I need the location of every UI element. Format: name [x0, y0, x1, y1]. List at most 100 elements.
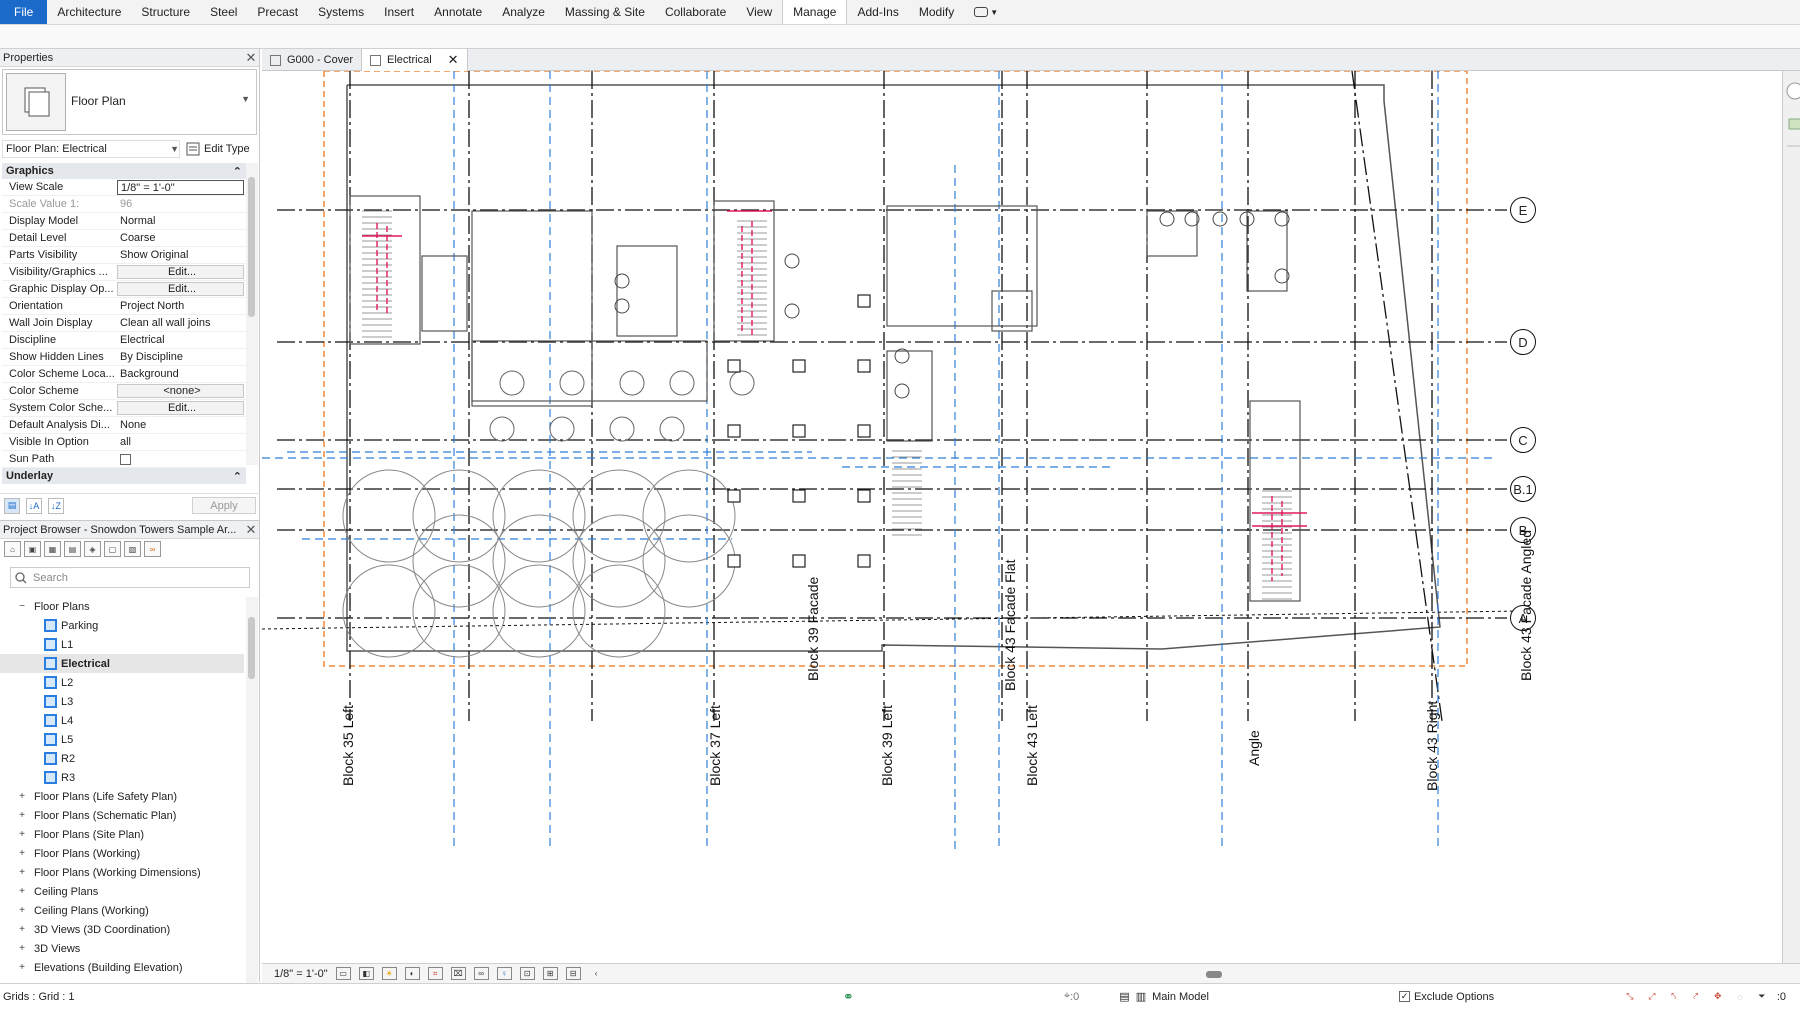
tree-group[interactable]: + Floor Plans (Site Plan): [0, 825, 244, 844]
ribbon-tab-systems[interactable]: Systems: [308, 0, 374, 24]
families-icon[interactable]: ◈: [84, 541, 101, 557]
property-value[interactable]: Coarse: [117, 230, 246, 246]
scrollbar-thumb[interactable]: [248, 617, 255, 679]
worksharing-icon[interactable]: ⚭: [843, 989, 854, 1005]
drawing-canvas[interactable]: E D C B.1 B A Block 35 Left Block 37 Left Block …: [262, 71, 1782, 963]
tree-group[interactable]: − Floor Plans: [0, 597, 244, 616]
property-edit-button[interactable]: Edit...: [117, 282, 244, 296]
tree-group[interactable]: + Elevations (Building Elevation): [0, 958, 244, 977]
show-crop-icon[interactable]: ⌧: [450, 967, 466, 980]
ribbon-tab-view[interactable]: View: [736, 0, 782, 24]
property-value[interactable]: 96: [117, 196, 246, 212]
grid-bubble[interactable]: C: [1510, 427, 1536, 453]
ribbon-tab-structure[interactable]: Structure: [131, 0, 200, 24]
property-value[interactable]: all: [117, 434, 246, 450]
grid-bubble[interactable]: E: [1510, 197, 1536, 223]
sort-descending-icon[interactable]: ↓Z: [48, 497, 64, 514]
expand-icon[interactable]: +: [16, 791, 28, 802]
property-value[interactable]: Show Original: [117, 247, 246, 263]
grid-label[interactable]: Block 43 Left: [1024, 705, 1040, 786]
apply-button[interactable]: Apply: [192, 497, 256, 514]
scrollbar-thumb[interactable]: [248, 177, 255, 317]
tree-view-item[interactable]: L5: [0, 730, 244, 749]
views-icon[interactable]: ▣: [24, 541, 41, 557]
ribbon-tab-add-ins[interactable]: Add-Ins: [847, 0, 908, 24]
design-options[interactable]: ▤ ▥ Main Model: [1119, 990, 1209, 1004]
grid-label[interactable]: Block 39 Left: [879, 705, 895, 786]
close-icon[interactable]: ✕: [448, 52, 459, 68]
checkbox-checked-icon[interactable]: ✓: [1398, 991, 1410, 1002]
expand-icon[interactable]: +: [16, 924, 28, 935]
ribbon-tab-massing-site[interactable]: Massing & Site: [555, 0, 655, 24]
detail-level-icon[interactable]: ▭: [335, 967, 351, 980]
view-tab[interactable]: Electrical ✕: [362, 49, 468, 71]
property-value[interactable]: By Discipline: [117, 349, 246, 365]
links-icon[interactable]: ▧: [124, 541, 141, 557]
view-tab[interactable]: G000 - Cover: [262, 49, 363, 71]
chevron-down-icon[interactable]: ▼: [241, 94, 250, 104]
expand-icon[interactable]: +: [16, 848, 28, 859]
ribbon-tab-architecture[interactable]: Architecture: [47, 0, 131, 24]
sun-path-checkbox[interactable]: [120, 453, 131, 465]
tree-view-item[interactable]: R2: [0, 749, 244, 768]
property-value[interactable]: Normal: [117, 213, 246, 229]
temporary-hide-icon[interactable]: ♀: [496, 967, 512, 980]
grid-label[interactable]: Block 43 Facade Flat: [1002, 559, 1018, 691]
section-graphics[interactable]: Graphics ⌃: [2, 163, 246, 179]
tree-view-item[interactable]: L4: [0, 711, 244, 730]
filter-icon[interactable]: ⏷: [1755, 990, 1769, 1003]
collapse-icon[interactable]: −: [16, 601, 28, 612]
type-selector[interactable]: Floor Plan ▼: [2, 69, 257, 135]
tree-group[interactable]: + Floor Plans (Schematic Plan): [0, 806, 244, 825]
expand-icon[interactable]: +: [16, 867, 28, 878]
grid-bubble[interactable]: B.1: [1510, 476, 1536, 502]
exclude-options-toggle[interactable]: ✓ Exclude Options: [1398, 991, 1494, 1003]
grid-label[interactable]: Block 43 Right: [1424, 701, 1440, 791]
expand-icon[interactable]: +: [16, 829, 28, 840]
crop-view-icon[interactable]: ⌗: [427, 967, 443, 980]
tree-group[interactable]: +3D Views: [0, 939, 244, 958]
expand-icon[interactable]: +: [16, 886, 28, 897]
tree-view-item[interactable]: Parking: [0, 616, 244, 635]
tree-group[interactable]: + Floor Plans (Working): [0, 844, 244, 863]
groups-icon[interactable]: ▢: [104, 541, 121, 557]
tree-view-item[interactable]: L2: [0, 673, 244, 692]
schedules-icon[interactable]: ▤: [64, 541, 81, 557]
property-value[interactable]: Clean all wall joins: [117, 315, 246, 331]
shadows-icon[interactable]: ◐: [404, 967, 420, 980]
scroll-left-icon[interactable]: ‹: [589, 967, 604, 980]
grid-label[interactable]: Angle: [1246, 730, 1262, 766]
expand-icon[interactable]: +: [16, 962, 28, 973]
property-value[interactable]: None: [117, 417, 246, 433]
select-links-icon[interactable]: ⤡: [1623, 990, 1637, 1003]
unlocked-3d-icon[interactable]: ∞: [473, 967, 489, 980]
grid-bubble[interactable]: D: [1510, 329, 1536, 355]
background-process-icon[interactable]: ◌: [1733, 990, 1747, 1003]
ribbon-tab-insert[interactable]: Insert: [374, 0, 424, 24]
sort-ascending-icon[interactable]: ↓A: [26, 497, 42, 514]
analytical-model-icon[interactable]: ⊞: [542, 967, 558, 980]
section-underlay[interactable]: Underlay ⌃: [2, 468, 246, 484]
sheets-icon[interactable]: ▦: [44, 541, 61, 557]
visual-style-icon[interactable]: ◧: [358, 967, 374, 980]
ribbon-tab-analyze[interactable]: Analyze: [492, 0, 555, 24]
select-by-face-icon[interactable]: ⤤: [1689, 990, 1703, 1003]
instance-selector[interactable]: Floor Plan: Electrical ▼: [2, 140, 180, 158]
tree-view-item[interactable]: L3: [0, 692, 244, 711]
property-edit-button[interactable]: <none>: [117, 384, 244, 398]
select-underlay-icon[interactable]: ⤢: [1645, 990, 1659, 1003]
tree-view-item[interactable]: Electrical: [0, 654, 244, 673]
close-icon[interactable]: ✕: [243, 522, 259, 538]
ribbon-tab-precast[interactable]: Precast: [247, 0, 308, 24]
link-chain-icon[interactable]: ∞: [144, 541, 161, 557]
browser-scrollbar[interactable]: [246, 597, 258, 983]
properties-scrollbar[interactable]: [246, 163, 258, 465]
property-value[interactable]: Background: [117, 366, 246, 382]
ribbon-tab-modify[interactable]: Modify: [909, 0, 964, 24]
expand-icon[interactable]: +: [16, 943, 28, 954]
ribbon-tab-file[interactable]: File: [0, 0, 48, 24]
ribbon-tab-steel[interactable]: Steel: [200, 0, 247, 24]
ribbon-tab-collaborate[interactable]: Collaborate: [655, 0, 736, 24]
horizontal-scroll-thumb[interactable]: [1206, 971, 1222, 978]
grid-label[interactable]: Block 37 Left: [707, 705, 723, 786]
